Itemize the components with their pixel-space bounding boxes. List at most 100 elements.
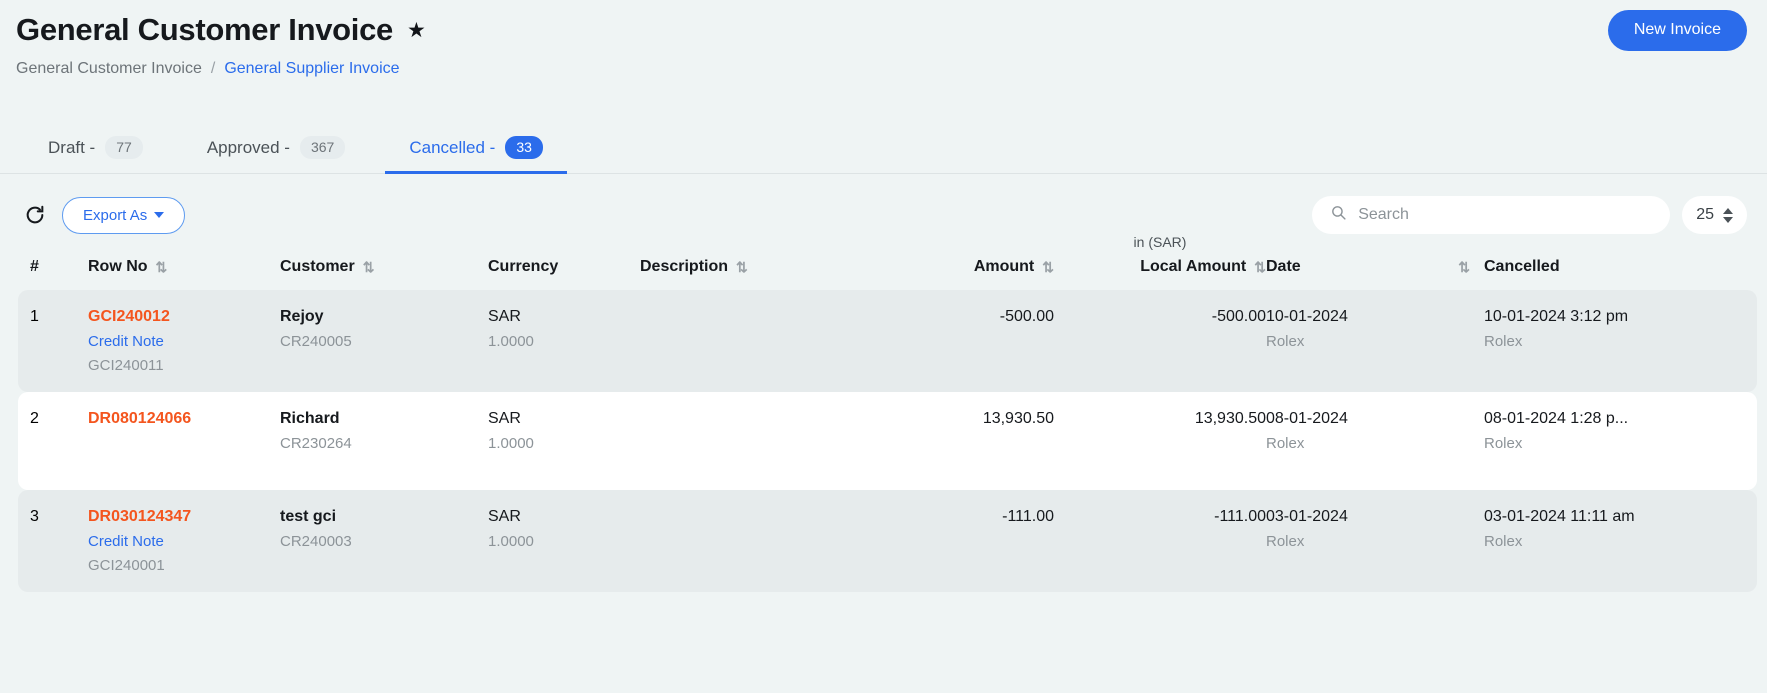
star-icon[interactable]: ★ <box>407 20 426 41</box>
sort-icon-date[interactable]: ⇅ <box>1458 260 1470 274</box>
date-value: 03-01-2024 <box>1266 508 1348 525</box>
credit-note-link[interactable]: Credit Note <box>88 533 280 550</box>
cell-date: 03-01-2024 Rolex <box>1266 508 1484 550</box>
customer-code: CR240005 <box>280 333 352 350</box>
refresh-icon[interactable] <box>22 202 48 228</box>
new-invoice-button[interactable]: New Invoice <box>1607 9 1747 51</box>
table-row[interactable]: 1 GCI240012 Credit Note GCI240011 Rejoy … <box>18 290 1757 392</box>
tab-draft-label: Draft - <box>48 137 96 157</box>
currency-code: SAR <box>488 508 521 525</box>
credit-note-link[interactable]: Credit Note <box>88 333 280 350</box>
customer-name: Richard <box>280 410 340 427</box>
cell-customer: Rejoy CR240005 <box>280 308 488 350</box>
column-header-date: Date ⇅ <box>1266 258 1484 276</box>
cell-customer: test gci CR240003 <box>280 508 488 550</box>
tab-cancelled-count: 33 <box>505 136 543 159</box>
tab-cancelled-label: Cancelled - <box>409 137 496 157</box>
date-user: Rolex <box>1266 533 1305 550</box>
chevron-down-icon <box>154 212 165 218</box>
row-no-link[interactable]: DR030124347 <box>88 508 280 526</box>
cell-cancelled: 03-01-2024 11:11 am Rolex <box>1484 508 1712 550</box>
sort-icon-customer[interactable]: ⇅ <box>363 260 375 274</box>
cell-row-no: GCI240012 Credit Note GCI240011 <box>88 308 280 374</box>
currency-code: SAR <box>488 410 521 427</box>
breadcrumb-current: General Customer Invoice <box>16 60 202 77</box>
sort-icon-row-no[interactable]: ⇅ <box>156 260 168 274</box>
table-row[interactable]: 3 DR030124347 Credit Note GCI240001 test… <box>18 490 1757 592</box>
column-header-description-label: Description <box>640 258 729 275</box>
date-value: 08-01-2024 <box>1266 410 1348 427</box>
table-toolbar: Export As 25 <box>0 174 1767 234</box>
cell-row-no: DR030124347 Credit Note GCI240001 <box>88 508 280 574</box>
breadcrumb-link-supplier-invoice[interactable]: General Supplier Invoice <box>224 60 399 78</box>
search-input[interactable] <box>1358 206 1653 224</box>
column-header-row-no: Row No ⇅ <box>88 258 280 276</box>
sort-icon-description[interactable]: ⇅ <box>736 260 748 274</box>
local-amount-value: -111.00 <box>1214 508 1266 525</box>
column-header-customer-label: Customer <box>280 258 355 275</box>
cell-currency: SAR 1.0000 <box>488 410 640 452</box>
document-reference: GCI240011 <box>88 357 164 374</box>
cancelled-value: 03-01-2024 11:11 am <box>1484 508 1635 525</box>
column-header-local-amount-label: Local Amount <box>1140 258 1247 275</box>
page-header: General Customer Invoice ★ New Invoice <box>0 0 1767 52</box>
table-body: 1 GCI240012 Credit Note GCI240011 Rejoy … <box>18 290 1757 592</box>
cell-date: 10-01-2024 Rolex <box>1266 308 1484 350</box>
amount-value: 13,930.50 <box>982 410 1054 427</box>
tab-draft-count: 77 <box>105 136 143 159</box>
cell-cancelled: 10-01-2024 3:12 pm Rolex <box>1484 308 1712 350</box>
tab-approved-label: Approved - <box>206 137 290 157</box>
column-header-index: # <box>30 258 39 275</box>
cell-date: 08-01-2024 Rolex <box>1266 410 1484 452</box>
cancelled-user: Rolex <box>1484 333 1523 350</box>
cell-row-no: DR080124066 <box>88 410 280 428</box>
document-reference: GCI240001 <box>88 557 165 574</box>
table-row[interactable]: 2 DR080124066 Richard CR230264 SAR 1.000… <box>18 392 1757 490</box>
page-title: General Customer Invoice <box>16 12 393 47</box>
currency-unit-label: in (SAR) <box>1133 234 1187 250</box>
column-header-date-label: Date <box>1266 258 1301 275</box>
cell-local-amount: 13,930.50 <box>1054 410 1266 428</box>
currency-rate: 1.0000 <box>488 533 534 550</box>
sort-icon-local-amount[interactable]: ⇅ <box>1254 260 1266 274</box>
customer-name: test gci <box>280 508 337 525</box>
column-header-local-amount: in (SAR) Local Amount ⇅ <box>1054 234 1266 276</box>
currency-rate: 1.0000 <box>488 435 534 452</box>
column-header-row-no-label: Row No <box>88 258 148 275</box>
column-header-amount: Amount ⇅ <box>836 258 1054 276</box>
stepper-icon[interactable] <box>1723 207 1733 223</box>
tab-cancelled[interactable]: Cancelled - 33 <box>377 136 575 174</box>
column-header-currency: Currency <box>488 258 559 275</box>
tab-approved-count: 367 <box>299 136 346 159</box>
date-user: Rolex <box>1266 333 1305 350</box>
cell-customer: Richard CR230264 <box>280 410 488 452</box>
column-header-description: Description ⇅ <box>640 258 836 276</box>
row-no-link[interactable]: GCI240012 <box>88 308 280 326</box>
breadcrumb: General Customer Invoice / General Suppl… <box>0 52 1767 78</box>
search-icon <box>1330 204 1347 226</box>
cell-currency: SAR 1.0000 <box>488 508 640 550</box>
amount-value: -111.00 <box>1002 508 1054 525</box>
invoice-list-page: General Customer Invoice ★ New Invoice G… <box>0 0 1767 693</box>
page-size-selector[interactable]: 25 <box>1682 196 1747 234</box>
table-header-row: # Row No ⇅ Customer ⇅ Currency Descripti… <box>18 234 1757 290</box>
cell-local-amount: -500.00 <box>1054 308 1266 326</box>
cell-index: 2 <box>30 410 39 427</box>
cell-currency: SAR 1.0000 <box>488 308 640 350</box>
sort-icon-amount[interactable]: ⇅ <box>1042 260 1054 274</box>
search-box[interactable] <box>1312 196 1671 234</box>
tab-approved[interactable]: Approved - 367 <box>175 136 378 173</box>
title-group: General Customer Invoice ★ <box>16 12 426 48</box>
cell-amount: -500.00 <box>836 308 1054 326</box>
row-no-link[interactable]: DR080124066 <box>88 410 280 428</box>
breadcrumb-separator: / <box>210 60 216 77</box>
cell-cancelled: 08-01-2024 1:28 p... Rolex <box>1484 410 1712 452</box>
page-size-value: 25 <box>1696 206 1714 223</box>
invoice-table: # Row No ⇅ Customer ⇅ Currency Descripti… <box>0 234 1767 592</box>
date-user: Rolex <box>1266 435 1305 452</box>
cancelled-user: Rolex <box>1484 533 1523 550</box>
toolbar-right-group: 25 <box>1312 196 1747 234</box>
tab-draft[interactable]: Draft - 77 <box>16 136 175 173</box>
cancelled-value: 10-01-2024 3:12 pm <box>1484 308 1629 325</box>
export-as-button[interactable]: Export As <box>62 196 186 234</box>
